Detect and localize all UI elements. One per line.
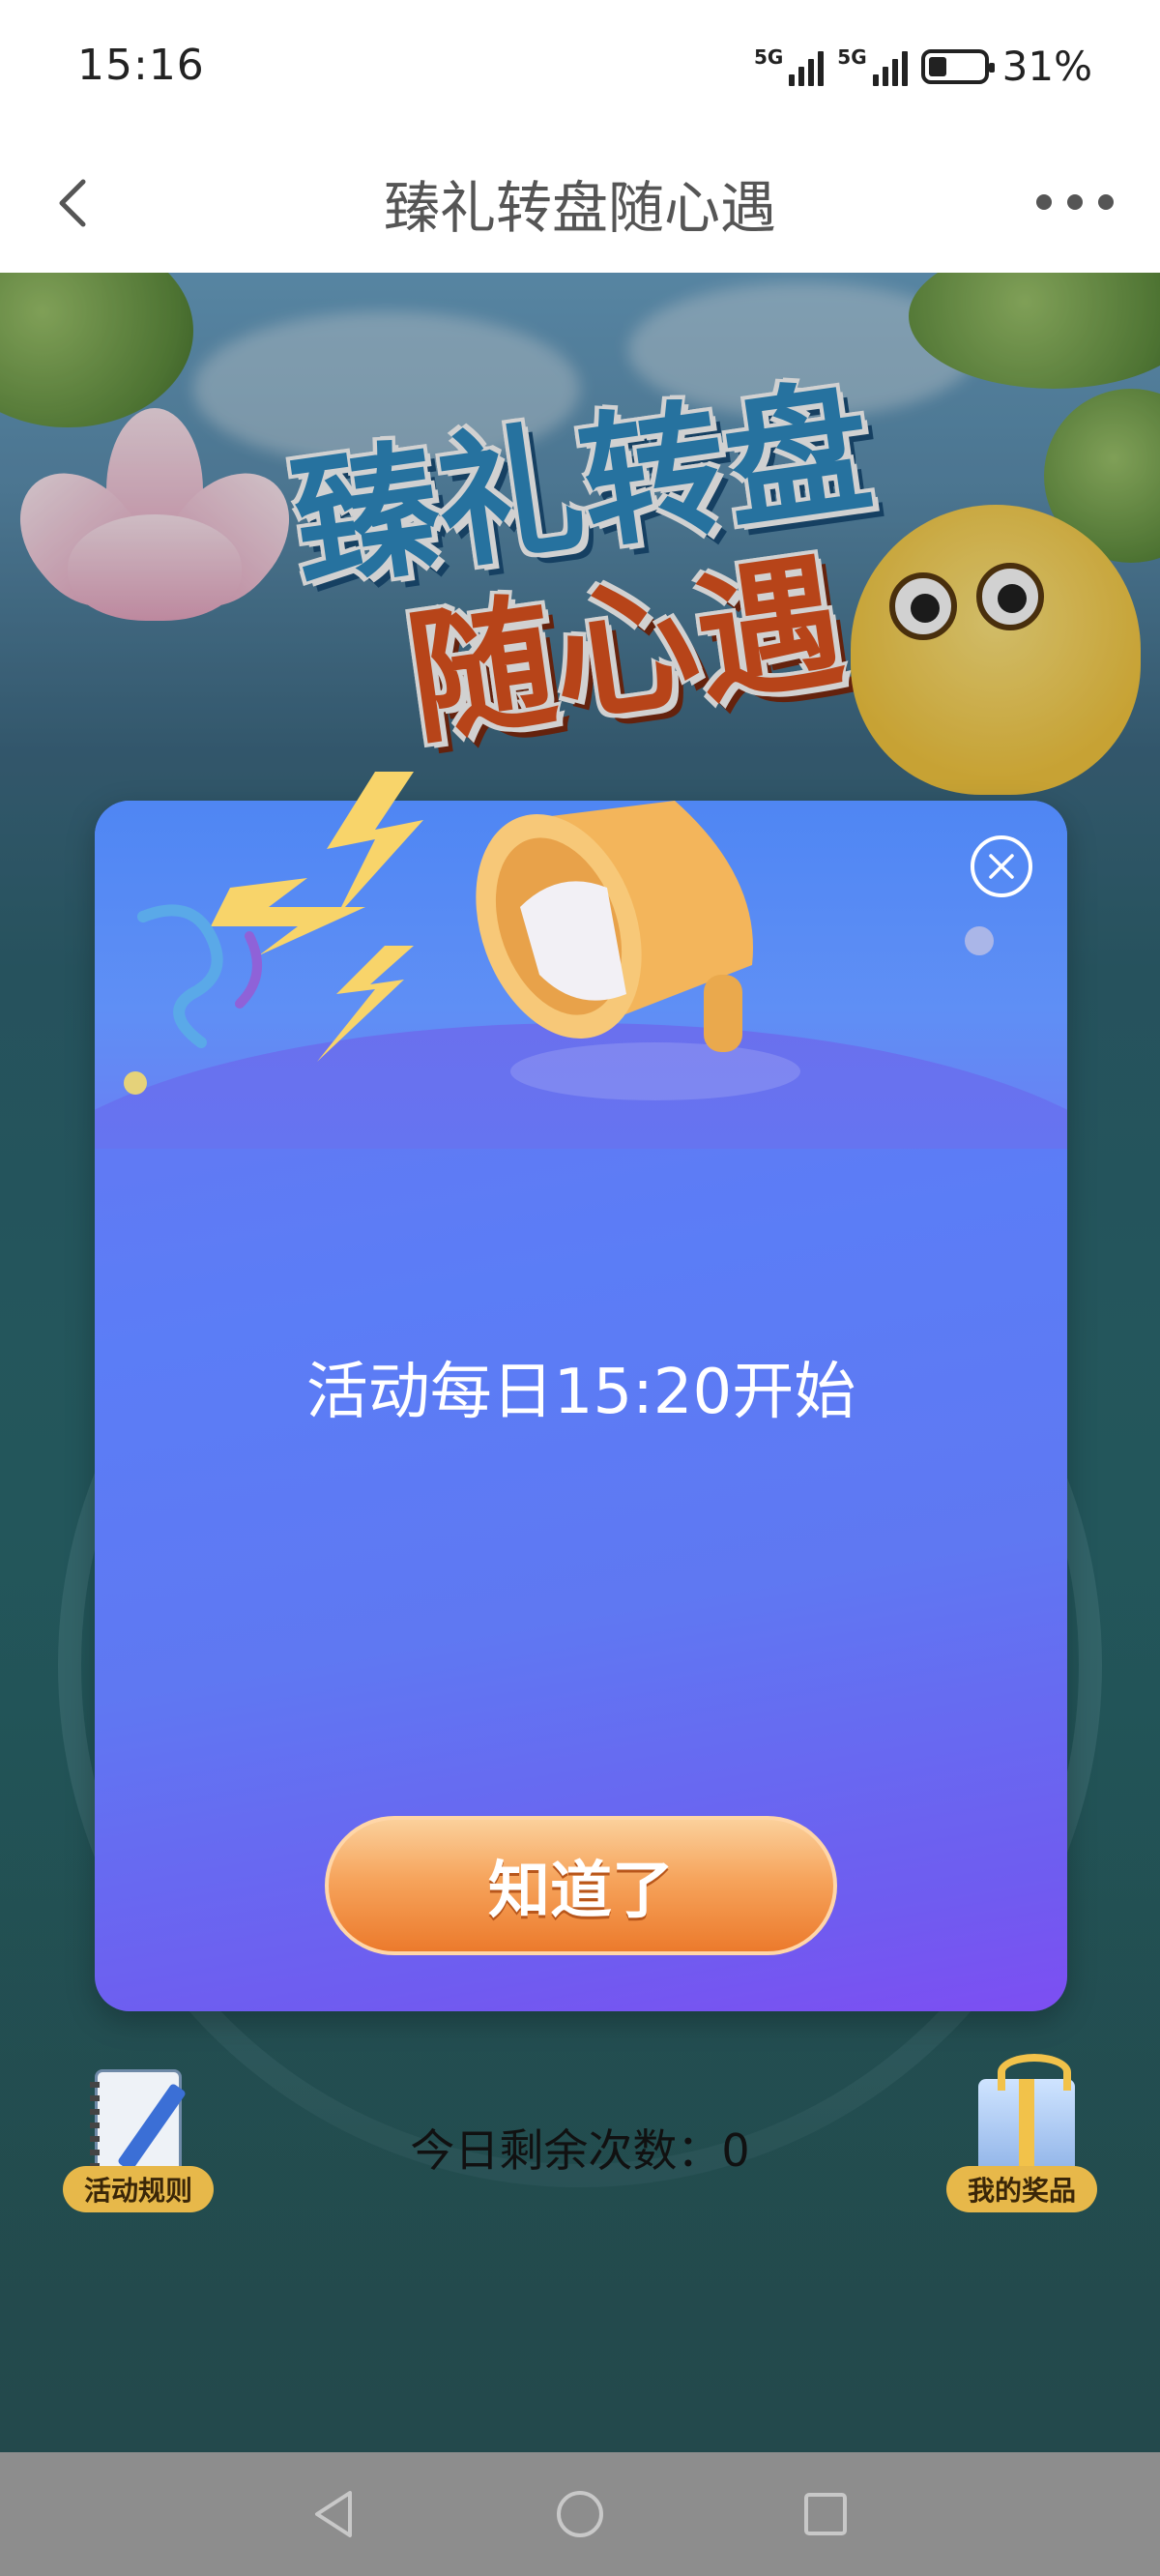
nav-back-icon[interactable] — [305, 2485, 363, 2543]
battery-percent: 31% — [1001, 43, 1092, 90]
system-nav-bar — [0, 2452, 1160, 2576]
page-title: 臻礼转盘随心遇 — [383, 175, 776, 241]
ribbon-icon — [137, 904, 262, 1048]
more-icon[interactable] — [1036, 188, 1114, 217]
gift-icon — [959, 2054, 1085, 2176]
notice-modal: 活动每日15:20开始 知道了 — [95, 772, 1067, 2011]
nav-recents-icon[interactable] — [797, 2485, 855, 2543]
status-bar: 15:16 5G 5G 31% — [0, 0, 1160, 135]
signal-icon: 5G — [837, 44, 908, 86]
nav-home-icon[interactable] — [551, 2485, 609, 2543]
signal-1-tag: 5G — [753, 44, 784, 69]
battery-icon — [920, 48, 995, 84]
signal-icon: 5G — [753, 44, 825, 86]
modal-message: 活动每日15:20开始 — [305, 1357, 856, 1428]
close-icon — [989, 854, 1014, 879]
confirm-button[interactable]: 知道了 — [325, 1816, 837, 1955]
nav-bar: 臻礼转盘随心遇 — [0, 135, 1160, 273]
status-time: 15:16 — [77, 41, 205, 90]
close-button[interactable] — [971, 835, 1032, 897]
prizes-label: 我的奖品 — [945, 2166, 1097, 2212]
signal-2-tag: 5G — [837, 44, 867, 69]
megaphone-icon — [476, 801, 800, 1100]
status-icons: 5G 5G 31% — [754, 43, 1092, 90]
my-prizes-button[interactable]: 我的奖品 — [940, 2054, 1104, 2212]
